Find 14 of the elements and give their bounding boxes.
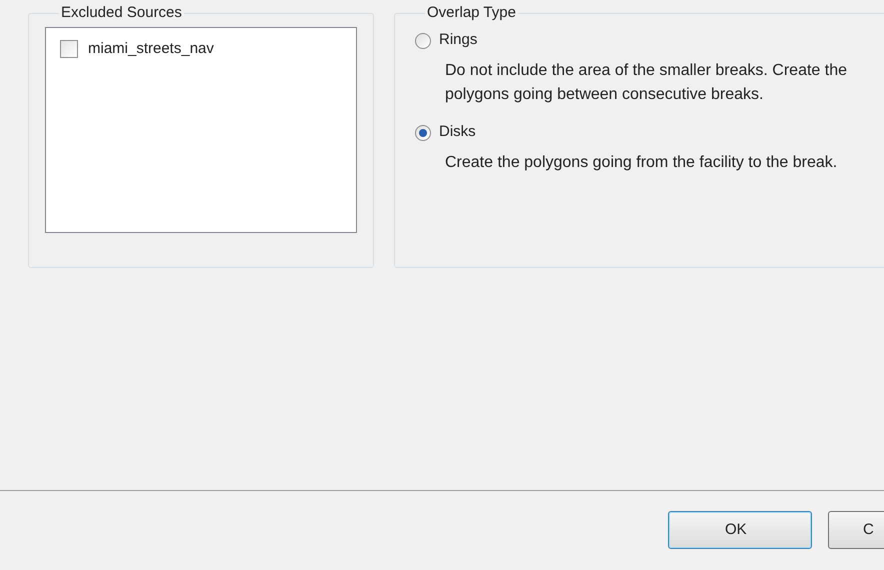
cancel-button[interactable]: C bbox=[828, 511, 884, 549]
ok-button[interactable]: OK bbox=[668, 511, 812, 549]
option-description: Create the polygons going from the facility to the break. bbox=[445, 152, 838, 172]
radio-button[interactable] bbox=[415, 32, 431, 48]
group-title: Excluded Sources bbox=[60, 3, 183, 23]
radio-button[interactable] bbox=[415, 124, 431, 140]
list-item[interactable]: miami_streets_nav bbox=[60, 38, 342, 60]
checkbox[interactable] bbox=[60, 40, 78, 58]
radio-option[interactable]: Rings bbox=[415, 28, 877, 52]
source-list[interactable]: miami_streets_nav bbox=[45, 26, 357, 232]
radio-option[interactable]: Disks bbox=[415, 120, 877, 144]
source-name: miami_streets_nav bbox=[88, 38, 214, 58]
group-title: Overlap Type bbox=[426, 3, 517, 23]
option-description: Do not include the area of the smaller breaks. Create the polygons going between consecutive breaks. bbox=[445, 60, 848, 104]
